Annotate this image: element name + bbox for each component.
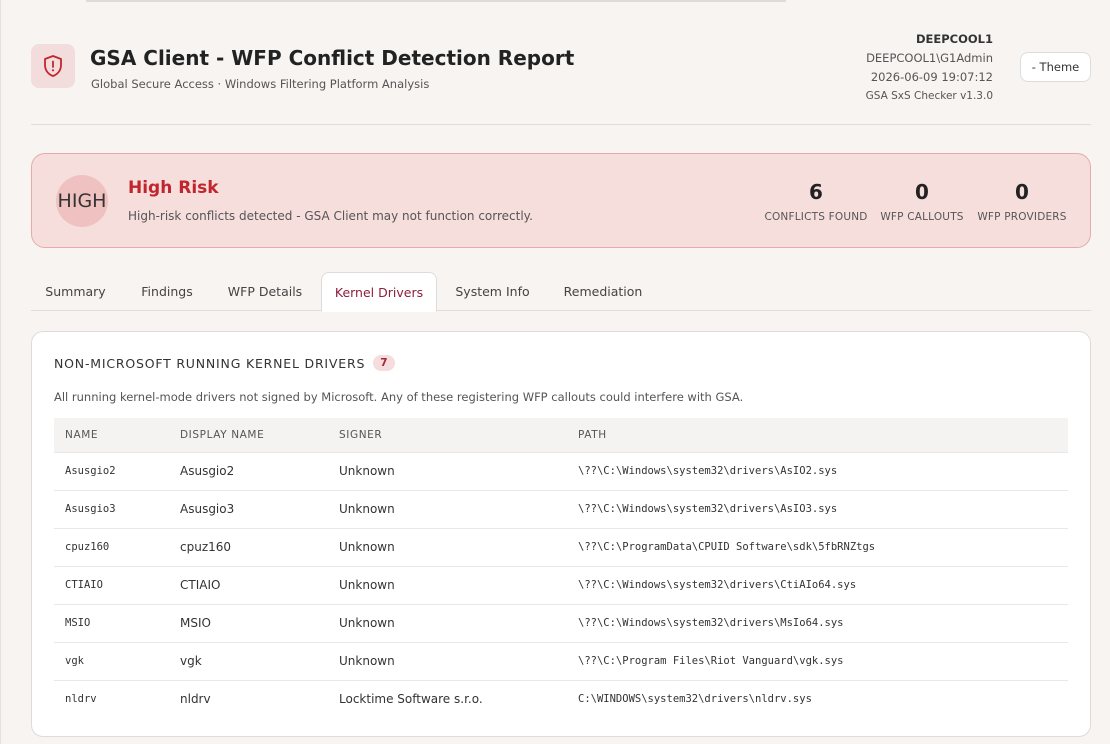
table-row: Asusgio2 Asusgio2 Unknown \??\C:\Windows… xyxy=(54,451,1068,490)
column-header-path: PATH xyxy=(578,428,607,441)
driver-name: nldrv xyxy=(54,679,169,718)
table-row: nldrv nldrv Locktime Software s.r.o. C:\… xyxy=(54,679,1068,718)
shield-alert-icon xyxy=(31,44,75,88)
column-header-display-name: DISPLAY NAME xyxy=(180,428,265,441)
driver-display-name: Asusgio3 xyxy=(169,489,328,528)
panel-description: All running kernel-mode drivers not sign… xyxy=(54,390,744,404)
driver-name: cpuz160 xyxy=(54,527,169,566)
driver-signer: Unknown xyxy=(328,565,567,604)
tab-findings[interactable]: Findings xyxy=(126,272,208,311)
report-header: GSA Client - WFP Conflict Detection Repo… xyxy=(31,30,1091,125)
stat-value: 6 xyxy=(809,180,823,204)
table-row: MSIO MSIO Unknown \??\C:\Windows\system3… xyxy=(54,603,1068,642)
hostname: DEEPCOOL1 xyxy=(915,32,993,46)
driver-path: \??\C:\Program Files\Riot Vanguard\vgk.s… xyxy=(567,641,1068,680)
driver-name: Asusgio3 xyxy=(54,489,169,528)
driver-display-name: MSIO xyxy=(169,603,328,642)
driver-path: C:\WINDOWS\system32\drivers\nldrv.sys xyxy=(567,679,1068,718)
panel-title: NON-MICROSOFT RUNNING KERNEL DRIVERS xyxy=(54,355,366,371)
driver-name: CTIAIO xyxy=(54,565,169,604)
tab-remediation[interactable]: Remediation xyxy=(551,272,655,311)
stat-wfp-providers: 0 WFP PROVIDERS xyxy=(976,179,1068,223)
column-header-signer: SIGNER xyxy=(339,428,383,441)
driver-display-name: CTIAIO xyxy=(169,565,328,604)
driver-count-badge: 7 xyxy=(373,355,395,371)
stat-label: WFP PROVIDERS xyxy=(977,211,1067,223)
table-row: CTIAIO CTIAIO Unknown \??\C:\Windows\sys… xyxy=(54,565,1068,604)
driver-signer: Unknown xyxy=(328,603,567,642)
stat-value: 0 xyxy=(1015,180,1029,204)
table-row: vgk vgk Unknown \??\C:\Program Files\Rio… xyxy=(54,641,1068,680)
user-account: DEEPCOOL1\G1Admin xyxy=(866,51,993,65)
stat-label: WFP CALLOUTS xyxy=(880,211,964,223)
kernel-drivers-panel: NON-MICROSOFT RUNNING KERNEL DRIVERS 7 A… xyxy=(31,331,1091,737)
stat-conflicts: 6 CONFLICTS FOUND xyxy=(764,179,868,223)
tool-version: GSA SxS Checker v1.3.0 xyxy=(865,90,993,102)
risk-description: High-risk conflicts detected - GSA Clien… xyxy=(128,209,533,223)
table-row: cpuz160 cpuz160 Unknown \??\C:\ProgramDa… xyxy=(54,527,1068,566)
driver-path: \??\C:\Windows\system32\drivers\CtiAIo64… xyxy=(567,565,1068,604)
report-tabs: Summary Findings WFP Details Kernel Driv… xyxy=(31,272,1091,312)
driver-name: Asusgio2 xyxy=(54,451,169,490)
report-meta: DEEPCOOL1 DEEPCOOL1\G1Admin 2026-06-09 1… xyxy=(866,30,993,106)
driver-signer: Unknown xyxy=(328,641,567,680)
driver-path: \??\C:\ProgramData\CPUID Software\sdk\5f… xyxy=(567,527,1068,566)
tab-summary[interactable]: Summary xyxy=(31,272,120,311)
tab-system-info[interactable]: System Info xyxy=(445,272,540,311)
report-timestamp: 2026-06-09 19:07:12 xyxy=(870,70,993,84)
driver-path: \??\C:\Windows\system32\drivers\MsIo64.s… xyxy=(567,603,1068,642)
driver-signer: Locktime Software s.r.o. xyxy=(328,679,567,718)
driver-signer: Unknown xyxy=(328,451,567,490)
driver-display-name: Asusgio2 xyxy=(169,451,328,490)
risk-title: High Risk xyxy=(128,178,219,198)
driver-path: \??\C:\Windows\system32\drivers\AsIO3.sy… xyxy=(567,489,1068,528)
stat-value: 0 xyxy=(915,180,929,204)
page-title: GSA Client - WFP Conflict Detection Repo… xyxy=(90,46,575,70)
stat-wfp-callouts: 0 WFP CALLOUTS xyxy=(880,179,964,223)
driver-signer: Unknown xyxy=(328,489,567,528)
column-header-name: NAME xyxy=(65,428,99,441)
tab-wfp-details[interactable]: WFP Details xyxy=(215,272,315,311)
driver-display-name: cpuz160 xyxy=(169,527,328,566)
driver-name: vgk xyxy=(54,641,169,680)
table-header-row: NAME DISPLAY NAME SIGNER PATH xyxy=(54,418,1068,452)
driver-display-name: nldrv xyxy=(169,679,328,718)
drivers-table: NAME DISPLAY NAME SIGNER PATH Asusgio2 A… xyxy=(54,418,1068,718)
page-subtitle: Global Secure Access · Windows Filtering… xyxy=(91,77,430,91)
risk-banner: HIGH High Risk High-risk conflicts detec… xyxy=(31,153,1091,248)
table-row: Asusgio3 Asusgio3 Unknown \??\C:\Windows… xyxy=(54,489,1068,528)
theme-toggle-button[interactable]: - Theme xyxy=(1020,52,1091,82)
stat-label: CONFLICTS FOUND xyxy=(764,211,868,223)
tab-kernel-drivers[interactable]: Kernel Drivers xyxy=(321,272,437,312)
driver-display-name: vgk xyxy=(169,641,328,680)
report-page: GSA Client - WFP Conflict Detection Repo… xyxy=(0,0,1110,744)
driver-signer: Unknown xyxy=(328,527,567,566)
panel-header: NON-MICROSOFT RUNNING KERNEL DRIVERS 7 xyxy=(54,355,395,371)
risk-level-badge: HIGH xyxy=(56,175,108,227)
driver-name: MSIO xyxy=(54,603,169,642)
driver-path: \??\C:\Windows\system32\drivers\AsIO2.sy… xyxy=(567,451,1068,490)
